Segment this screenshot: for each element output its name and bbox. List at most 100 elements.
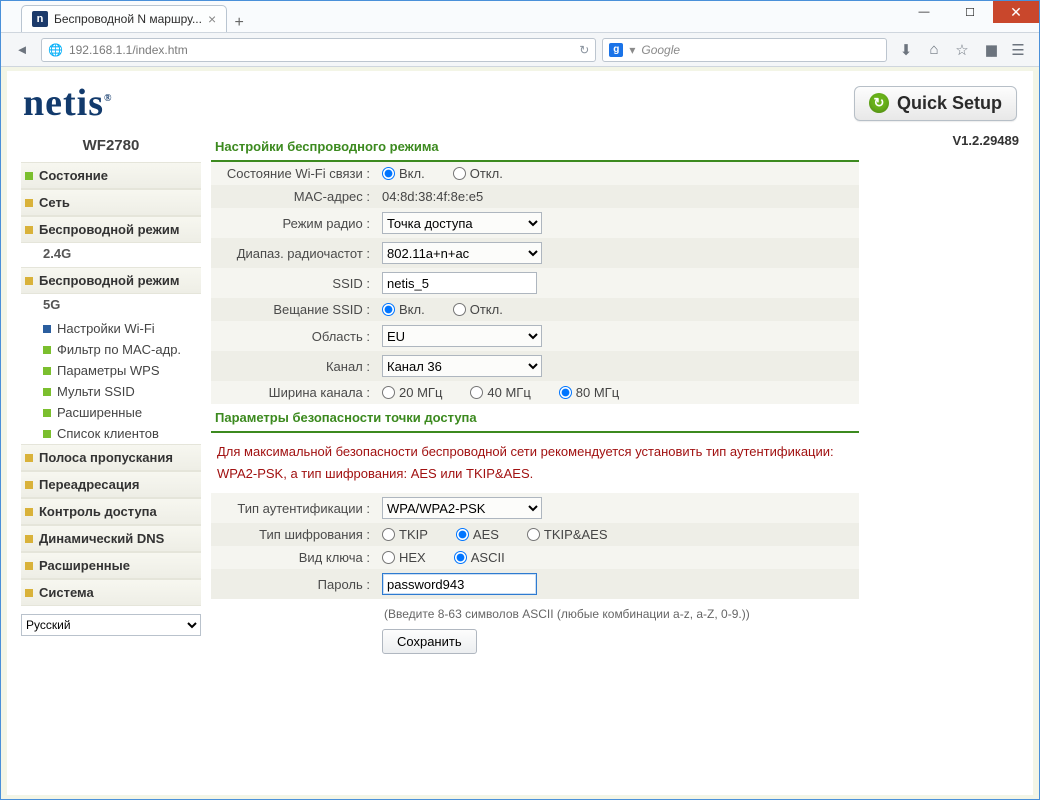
- width-80[interactable]: 80 МГц: [559, 385, 619, 400]
- sidebar-item-ddns[interactable]: Динамический DNS: [21, 525, 201, 552]
- broadcast-off[interactable]: Откл.: [453, 302, 503, 317]
- search-placeholder: Google: [641, 43, 680, 57]
- label-keytype: Вид ключа :: [211, 546, 376, 569]
- band-select[interactable]: 802.11a+n+ac: [382, 242, 542, 264]
- square-icon: [43, 388, 51, 396]
- label-auth: Тип аутентификации :: [211, 493, 376, 523]
- label-width: Ширина канала :: [211, 381, 376, 404]
- label-band: Диапаз. радиочастот :: [211, 238, 376, 268]
- menu-icon[interactable]: ☰: [1009, 41, 1027, 59]
- sidebar-sub-wifi-settings[interactable]: Настройки Wi-Fi: [21, 318, 201, 339]
- label-region: Область :: [211, 321, 376, 351]
- reload-icon[interactable]: ↻: [579, 43, 589, 57]
- cipher-tkip[interactable]: TKIP: [382, 527, 428, 542]
- sidebar-item-forwarding[interactable]: Переадресация: [21, 471, 201, 498]
- sidebar-band-5g: 5G: [21, 294, 201, 318]
- sidebar-sub-clients[interactable]: Список клиентов: [21, 423, 201, 444]
- sidebar-item-status[interactable]: Состояние: [21, 162, 201, 189]
- radio-mode-select[interactable]: Точка доступа: [382, 212, 542, 234]
- square-icon: [25, 562, 33, 570]
- sidebar-sub-wps[interactable]: Параметры WPS: [21, 360, 201, 381]
- window-minimize-button[interactable]: —: [901, 1, 947, 23]
- square-icon: [43, 346, 51, 354]
- sidebar-sub-advanced[interactable]: Расширенные: [21, 402, 201, 423]
- radio-state-on[interactable]: Вкл.: [382, 166, 425, 181]
- label-channel: Канал :: [211, 351, 376, 381]
- sidebar-item-network[interactable]: Сеть: [21, 189, 201, 216]
- label-radio-state: Состояние Wi-Fi связи :: [211, 162, 376, 185]
- favicon-icon: n: [32, 11, 48, 27]
- key-hex[interactable]: HEX: [382, 550, 426, 565]
- sidebar-item-wireless-24g[interactable]: Беспроводной режим: [21, 216, 201, 243]
- channel-select[interactable]: Канал 36: [382, 355, 542, 377]
- square-icon: [25, 589, 33, 597]
- square-icon: [25, 481, 33, 489]
- language-select[interactable]: Русский: [21, 614, 201, 636]
- logo: netis: [23, 81, 112, 125]
- label-password: Пароль :: [211, 569, 376, 599]
- url-text: 192.168.1.1/index.htm: [69, 43, 188, 57]
- section-title-security: Параметры безопасности точки доступа: [211, 404, 859, 433]
- label-mac: MAC-адрес :: [211, 185, 376, 208]
- auth-select[interactable]: WPA/WPA2-PSK: [382, 497, 542, 519]
- sidebar-sub-multissid[interactable]: Мульти SSID: [21, 381, 201, 402]
- square-icon: [25, 199, 33, 207]
- square-icon: [43, 325, 51, 333]
- search-input[interactable]: g ▾ Google: [602, 38, 887, 62]
- radio-state-off[interactable]: Откл.: [453, 166, 503, 181]
- window-maximize-button[interactable]: ☐: [947, 1, 993, 23]
- ssid-input[interactable]: [382, 272, 537, 294]
- sidebar-item-wireless-5g[interactable]: Беспроводной режим: [21, 267, 201, 294]
- tab-close-icon[interactable]: ×: [208, 11, 216, 27]
- save-button[interactable]: Сохранить: [382, 629, 477, 654]
- label-radio-mode: Режим радио :: [211, 208, 376, 238]
- sidebar-item-system[interactable]: Система: [21, 579, 201, 606]
- new-tab-button[interactable]: +: [227, 14, 251, 32]
- home-icon[interactable]: ⌂: [925, 41, 943, 59]
- refresh-icon: ↻: [869, 93, 889, 113]
- broadcast-on[interactable]: Вкл.: [382, 302, 425, 317]
- section-title-wifi: Настройки беспроводного режима: [211, 133, 859, 162]
- key-ascii[interactable]: ASCII: [454, 550, 505, 565]
- label-broadcast: Вещание SSID :: [211, 298, 376, 321]
- label-cipher: Тип шифрования :: [211, 523, 376, 546]
- downloads-icon[interactable]: ⬇: [897, 41, 915, 59]
- square-icon: [43, 430, 51, 438]
- square-icon: [25, 535, 33, 543]
- nav-back-button[interactable]: ◄: [9, 37, 35, 63]
- sidebar-icon[interactable]: ▮▮: [981, 41, 999, 59]
- browser-tabstrip: n Беспроводной N маршру... × +: [1, 1, 1039, 33]
- square-icon: [25, 508, 33, 516]
- width-40[interactable]: 40 МГц: [470, 385, 530, 400]
- sidebar-item-access-control[interactable]: Контроль доступа: [21, 498, 201, 525]
- square-icon: [25, 226, 33, 234]
- cipher-both[interactable]: TKIP&AES: [527, 527, 608, 542]
- square-icon: [25, 454, 33, 462]
- sidebar-band-24g: 2.4G: [21, 243, 201, 267]
- search-engine-icon: g: [609, 43, 623, 57]
- firmware-version: V1.2.29489: [869, 133, 1019, 148]
- password-hint: (Введите 8-63 символов ASCII (любые комб…: [382, 603, 853, 621]
- sidebar-sub-mac-filter[interactable]: Фильтр по MAC-адр.: [21, 339, 201, 360]
- password-input[interactable]: [382, 573, 537, 595]
- quick-setup-button[interactable]: ↻ Quick Setup: [854, 86, 1017, 121]
- sidebar-item-advanced[interactable]: Расширенные: [21, 552, 201, 579]
- globe-icon: 🌐: [48, 43, 63, 57]
- window-close-button[interactable]: ✕: [993, 1, 1039, 23]
- square-icon: [43, 367, 51, 375]
- cipher-aes[interactable]: AES: [456, 527, 499, 542]
- browser-address-bar: ◄ 🌐 192.168.1.1/index.htm ↻ g ▾ Google ⬇…: [1, 33, 1039, 67]
- bookmarks-icon[interactable]: ☆: [953, 41, 971, 59]
- square-icon: [25, 277, 33, 285]
- url-input[interactable]: 🌐 192.168.1.1/index.htm ↻: [41, 38, 596, 62]
- mac-value: 04:8d:38:4f:8e:e5: [376, 185, 859, 208]
- browser-tab[interactable]: n Беспроводной N маршру... ×: [21, 5, 227, 32]
- quick-setup-label: Quick Setup: [897, 93, 1002, 114]
- sidebar-item-bandwidth[interactable]: Полоса пропускания: [21, 444, 201, 471]
- square-icon: [43, 409, 51, 417]
- device-model: WF2780: [21, 133, 201, 162]
- security-advice: Для максимальной безопасности беспроводн…: [211, 433, 859, 493]
- sidebar-nav: Состояние Сеть Беспроводной режим 2.4G Б…: [21, 162, 201, 606]
- region-select[interactable]: EU: [382, 325, 542, 347]
- width-20[interactable]: 20 МГц: [382, 385, 442, 400]
